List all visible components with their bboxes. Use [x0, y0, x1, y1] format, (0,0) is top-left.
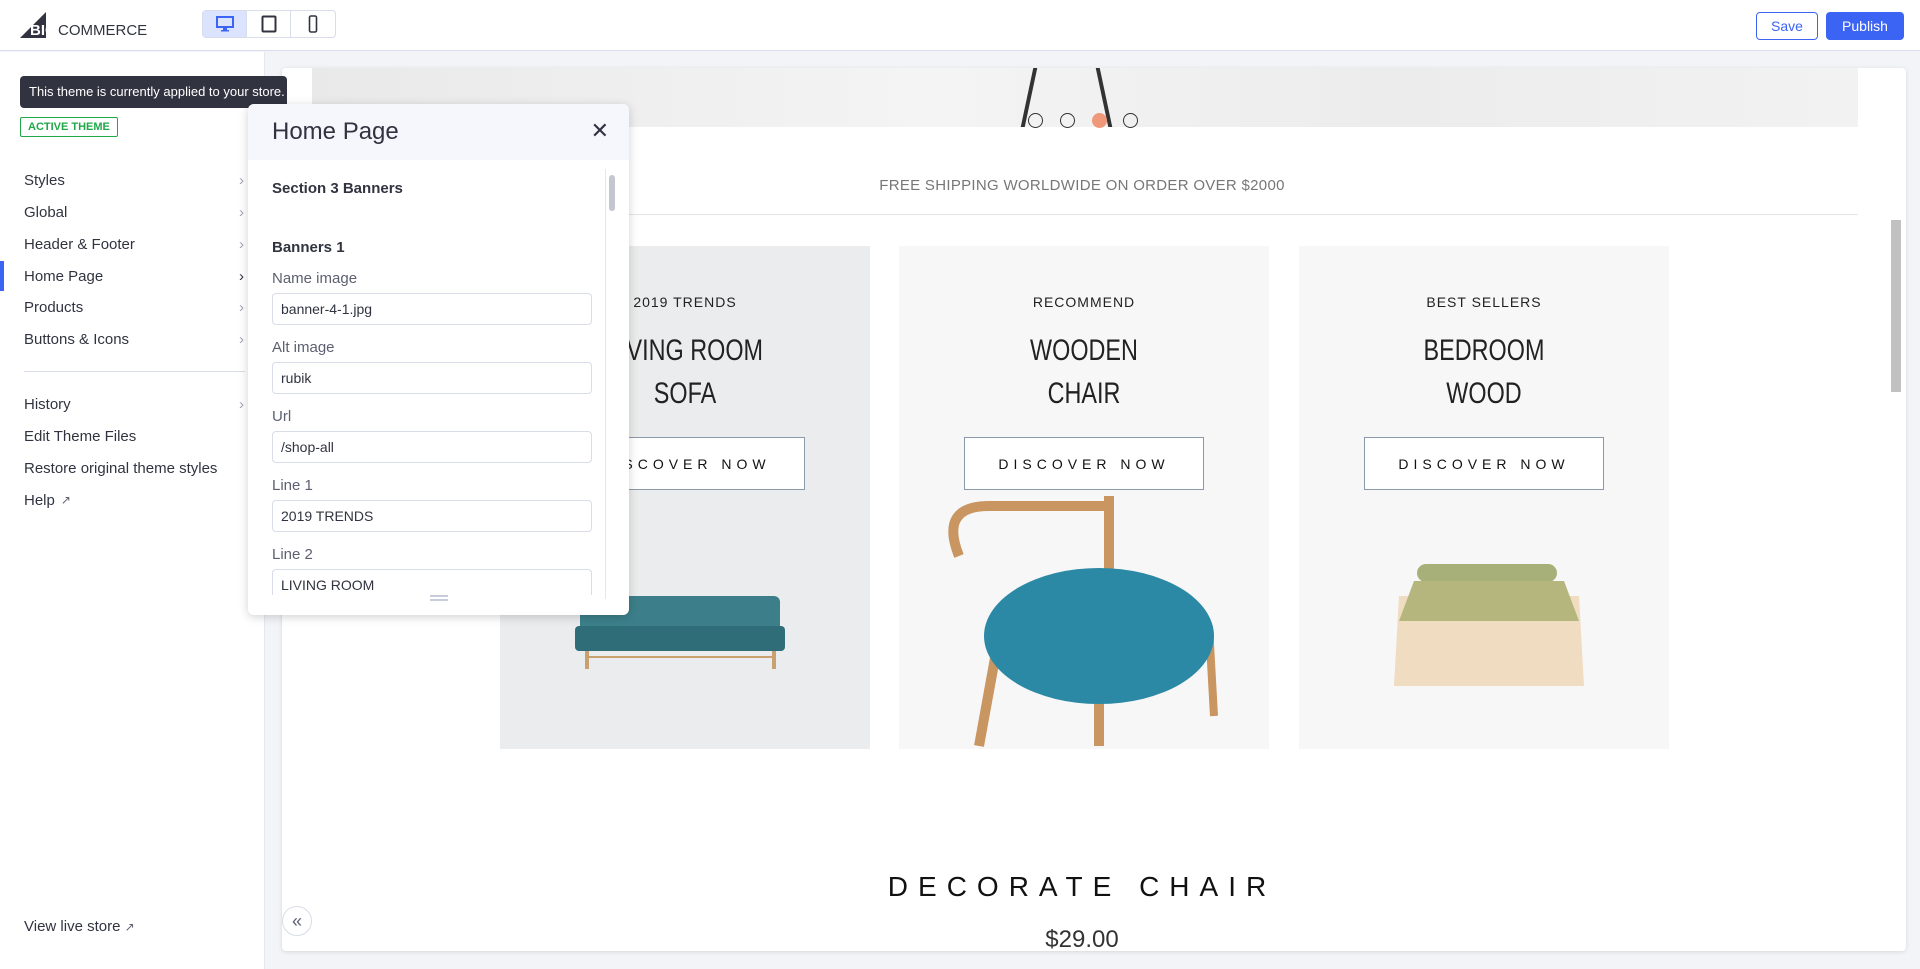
sidebar-item-label: Buttons & Icons [24, 330, 130, 348]
discover-now-button[interactable]: DISCOVER NOW [1364, 437, 1604, 490]
name-image-input[interactable] [272, 293, 592, 325]
chevron-right-icon: › [239, 203, 244, 221]
section-heading: Section 3 Banners [272, 180, 403, 197]
svg-text:COMMERCE: COMMERCE [58, 22, 147, 38]
desktop-view-button[interactable] [203, 11, 247, 37]
divider [24, 371, 245, 372]
active-theme-tooltip: This theme is currently applied to your … [20, 76, 287, 108]
banner-line3: CHAIR [1047, 377, 1121, 410]
discover-now-button[interactable]: DISCOVER NOW [964, 437, 1204, 490]
sidebar-item-label: Styles [24, 171, 65, 189]
chevron-right-icon: › [239, 330, 244, 348]
chair-image [948, 496, 1218, 747]
panel-title: Home Page [272, 118, 399, 145]
sidebar-item-global[interactable]: Global › [0, 197, 250, 227]
sidebar-item-label: History [24, 395, 71, 413]
resize-handle[interactable] [430, 595, 448, 601]
chevron-right-icon: › [239, 298, 244, 316]
slider-dot[interactable] [1123, 113, 1138, 128]
active-theme-badge: ACTIVE THEME [20, 117, 118, 137]
mobile-icon [308, 15, 318, 33]
view-live-store-link[interactable]: View live store ↗ [24, 918, 135, 935]
banner-bed[interactable]: BEST SELLERS BEDROOM WOOD DISCOVER NOW [1299, 246, 1669, 749]
field-label: Url [272, 408, 292, 425]
tablet-view-button[interactable] [247, 11, 291, 37]
banner-chair[interactable]: RECOMMEND WOODEN CHAIR DISCOVER NOW [899, 246, 1269, 749]
tablet-icon [261, 15, 276, 33]
line1-input[interactable] [272, 500, 592, 532]
desktop-icon [215, 16, 234, 32]
sidebar-item-history[interactable]: History › [0, 389, 250, 419]
sidebar-item-label: Help [24, 491, 55, 509]
sidebar-item-label: Restore original theme styles [24, 459, 218, 477]
sidebar-item-help[interactable]: Help ↗ [0, 485, 250, 515]
sidebar-item-styles[interactable]: Styles › [0, 165, 250, 195]
slider-dot[interactable] [1060, 113, 1075, 128]
chevron-right-icon: › [239, 235, 244, 253]
double-chevron-left-icon: « [291, 910, 302, 931]
banner-line3: WOOD [1446, 377, 1522, 410]
sidebar-item-products[interactable]: Products › [0, 292, 250, 322]
sidebar-item-label: Products [24, 298, 84, 316]
subsection-heading: Banners 1 [272, 239, 345, 256]
field-label: Line 2 [272, 546, 313, 563]
bed-image [1394, 564, 1584, 686]
external-link-icon: ↗ [60, 493, 71, 507]
panel-scrollbar[interactable] [605, 169, 617, 599]
scrollbar-thumb[interactable] [609, 175, 615, 211]
publish-button[interactable]: Publish [1826, 12, 1904, 40]
slider-dot[interactable] [1028, 113, 1043, 128]
preview-scrollbar[interactable] [1889, 68, 1903, 951]
alt-image-input[interactable] [272, 362, 592, 394]
sidebar-item-edit-theme-files[interactable]: Edit Theme Files [0, 421, 250, 451]
product-title: DECORATE CHAIR [887, 871, 1277, 902]
mobile-view-button[interactable] [291, 11, 335, 37]
view-live-store-label: View live store [24, 918, 121, 935]
line2-input[interactable] [272, 569, 592, 595]
banner-line2: BEDROOM [1423, 334, 1545, 367]
sidebar-item-label: Header & Footer [24, 235, 135, 253]
top-bar: BIG COMMERCE Save Publish [0, 0, 1920, 51]
field-label: Line 1 [272, 477, 313, 494]
sidebar-item-label: Edit Theme Files [24, 427, 137, 445]
slider-dot-active[interactable] [1092, 113, 1107, 128]
svg-text:BIG: BIG [30, 22, 57, 38]
sidebar-item-header-footer[interactable]: Header & Footer › [0, 229, 250, 259]
bigcommerce-logo: BIG COMMERCE [20, 12, 147, 38]
sidebar-item-home-page[interactable]: Home Page › [0, 261, 250, 291]
home-page-panel: Home Page ✕ Section 3 Banners Banners 1 N… [248, 104, 629, 615]
chevron-right-icon: › [239, 267, 244, 285]
device-toggle [202, 10, 336, 38]
close-icon[interactable]: ✕ [591, 118, 609, 144]
banner-line1: RECOMMEND [1032, 294, 1136, 310]
field-label: Alt image [272, 339, 335, 356]
field-label: Name image [272, 270, 358, 287]
banner-line1: BEST SELLERS [1426, 294, 1542, 310]
banner-line2: WOODEN [1030, 334, 1138, 367]
chevron-right-icon: › [239, 395, 244, 413]
sidebar-item-restore-styles[interactable]: Restore original theme styles [0, 453, 250, 483]
sidebar-item-buttons-icons[interactable]: Buttons & Icons › [0, 324, 250, 354]
url-input[interactable] [272, 431, 592, 463]
external-link-icon: ↗ [124, 920, 135, 934]
product-price: $29.00 [1045, 926, 1119, 951]
collapse-sidebar-button[interactable]: « [282, 906, 312, 936]
scrollbar-thumb[interactable] [1891, 220, 1901, 392]
sidebar: This theme is currently applied to your … [0, 52, 287, 969]
save-button[interactable]: Save [1756, 12, 1818, 40]
sidebar-item-label: Global [24, 203, 68, 221]
sidebar-item-label: Home Page [24, 267, 104, 285]
chevron-right-icon: › [239, 171, 244, 189]
